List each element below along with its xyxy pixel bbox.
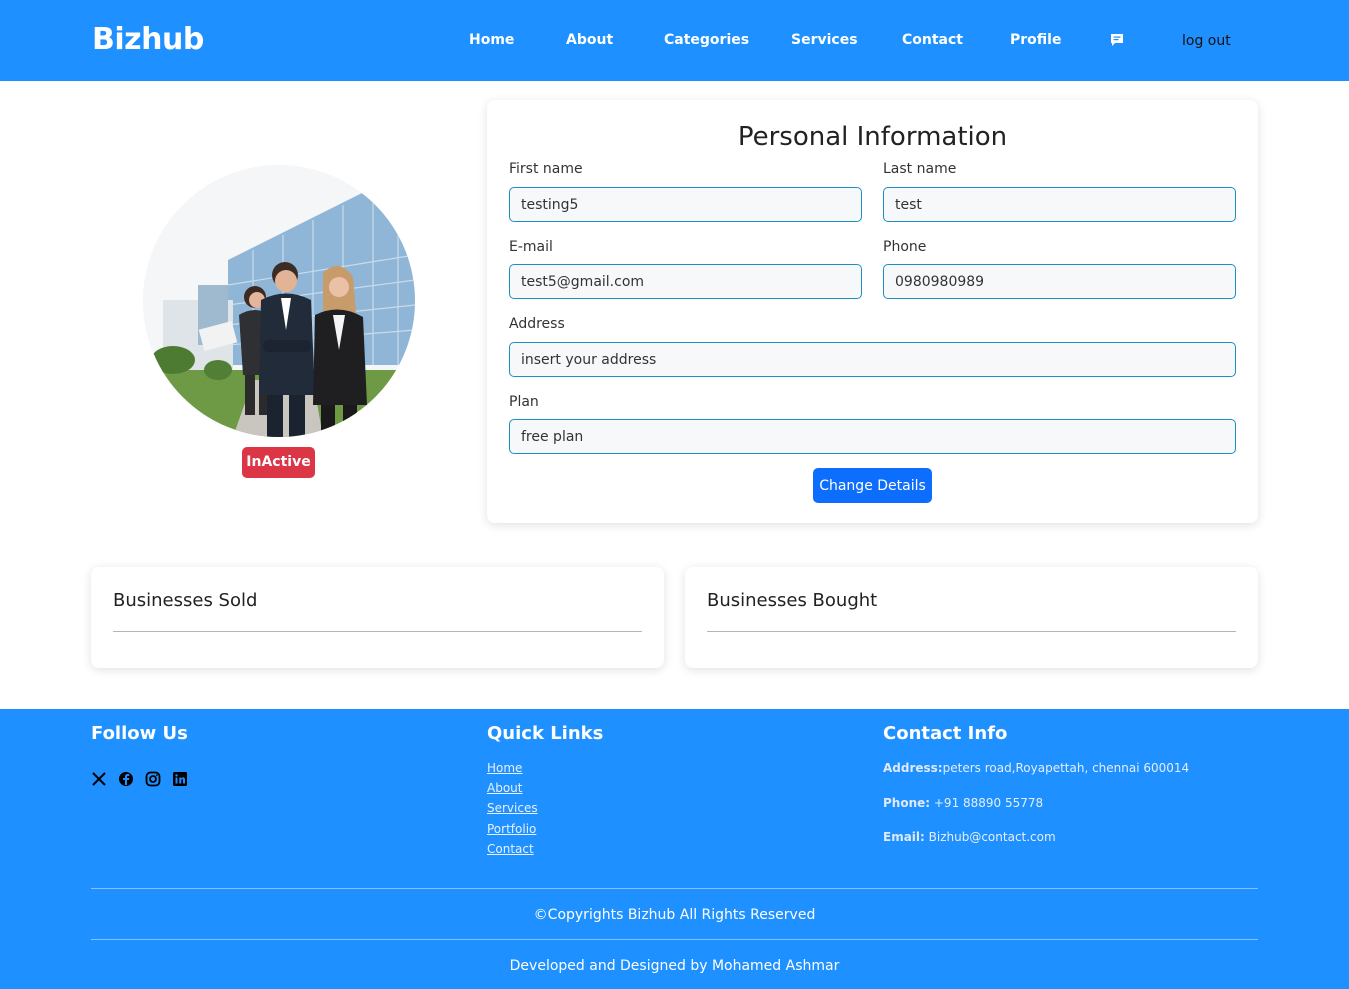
last-name-input[interactable]: [883, 187, 1236, 222]
businesses-sold-title: Businesses Sold: [113, 590, 258, 611]
phone-input[interactable]: [883, 264, 1236, 299]
footer-link-about[interactable]: About: [487, 781, 522, 795]
credits-text: Developed and Designed by Mohamed Ashmar: [509, 958, 840, 974]
copyright-text: ©Copyrights Bizhub All Rights Reserved: [533, 907, 816, 923]
contact-phone: Phone: +91 88890 55778: [883, 796, 1044, 810]
form-title: Personal Information: [737, 122, 1008, 152]
nav-contact[interactable]: Contact: [902, 32, 963, 48]
quick-links-heading: Quick Links: [487, 723, 604, 744]
nav-home[interactable]: Home: [469, 32, 514, 48]
change-details-button[interactable]: Change Details: [813, 468, 932, 503]
nav-about[interactable]: About: [566, 32, 613, 48]
nav-profile[interactable]: Profile: [1010, 32, 1061, 48]
phone-label: Phone: [883, 239, 927, 255]
business-people-image: [143, 165, 415, 437]
navbar: Bizhub Home About Categories Services Co…: [0, 0, 1349, 81]
first-name-input[interactable]: [509, 187, 862, 222]
divider: [707, 631, 1236, 632]
linkedin-icon[interactable]: [172, 771, 188, 787]
businesses-sold-card: Businesses Sold: [91, 567, 664, 668]
address-label: Address: [509, 316, 565, 332]
email-input[interactable]: [509, 264, 862, 299]
personal-info-card: Personal Information First name Last nam…: [487, 100, 1258, 523]
footer-link-contact[interactable]: Contact: [487, 842, 534, 856]
businesses-bought-title: Businesses Bought: [707, 590, 878, 611]
last-name-label: Last name: [883, 161, 957, 177]
follow-us-heading: Follow Us: [91, 723, 188, 744]
footer-divider: [91, 888, 1258, 889]
contact-address: Address:peters road,Royapettah, chennai …: [883, 761, 1190, 775]
profile-photo: [143, 165, 415, 437]
status-badge: InActive: [242, 447, 315, 478]
chat-icon[interactable]: [1109, 32, 1125, 48]
plan-input[interactable]: [509, 419, 1236, 454]
footer: Follow Us Quick Links Home About Service…: [0, 709, 1349, 989]
x-icon[interactable]: [91, 771, 107, 787]
footer-link-portfolio[interactable]: Portfolio: [487, 822, 536, 836]
logout-link[interactable]: log out: [1182, 33, 1231, 49]
instagram-icon[interactable]: [145, 771, 161, 787]
brand-logo[interactable]: Bizhub: [92, 22, 204, 57]
divider: [113, 631, 642, 632]
nav-categories[interactable]: Categories: [664, 32, 749, 48]
contact-email: Email: Bizhub@contact.com: [883, 830, 1056, 844]
plan-label: Plan: [509, 394, 539, 410]
email-label: E-mail: [509, 239, 553, 255]
first-name-label: First name: [509, 161, 583, 177]
footer-divider: [91, 939, 1258, 940]
businesses-bought-card: Businesses Bought: [685, 567, 1258, 668]
nav-services[interactable]: Services: [791, 32, 858, 48]
facebook-icon[interactable]: [118, 771, 134, 787]
address-input[interactable]: [509, 342, 1236, 377]
contact-info-heading: Contact Info: [883, 723, 1008, 744]
footer-link-services[interactable]: Services: [487, 801, 538, 815]
footer-link-home[interactable]: Home: [487, 761, 522, 775]
